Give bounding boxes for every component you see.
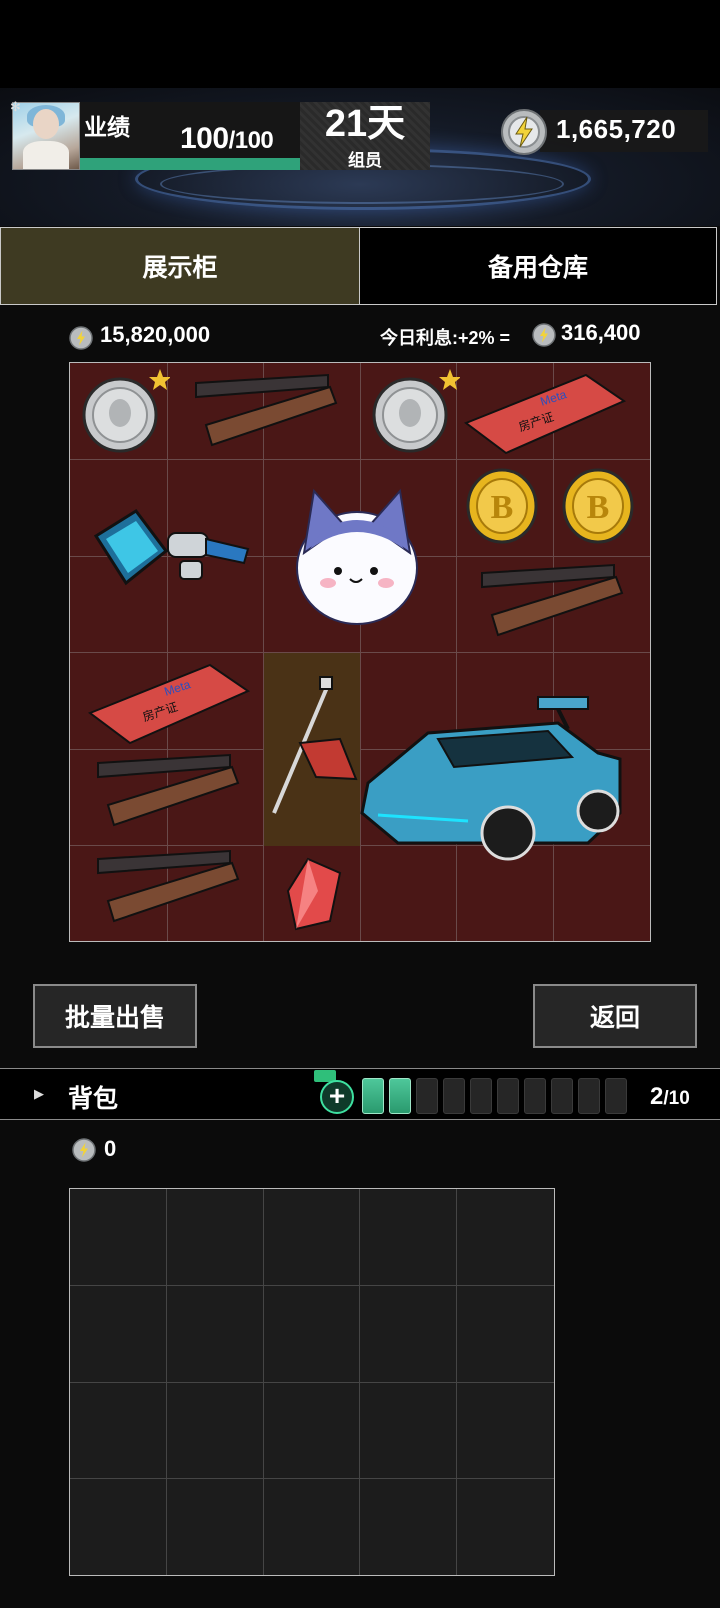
battery-slot-empty-icon bbox=[416, 1078, 438, 1114]
slots-used: 2 bbox=[650, 1083, 664, 1110]
red-tool-hammer-item[interactable] bbox=[264, 653, 360, 846]
battery-slot-full-icon bbox=[389, 1078, 411, 1114]
bitcoin-coin-item[interactable]: B bbox=[560, 465, 638, 547]
money-value: 1,665,720 bbox=[556, 114, 677, 144]
svg-text:B: B bbox=[491, 489, 514, 526]
battery-slot-empty-icon bbox=[497, 1078, 519, 1114]
lightning-coin-icon bbox=[72, 1138, 96, 1162]
wooden-chopsticks-box-item[interactable] bbox=[90, 849, 240, 929]
lightning-coin-icon bbox=[501, 109, 547, 155]
meta-property-card-item[interactable]: Meta 房产证 bbox=[462, 373, 627, 457]
gear-icon[interactable]: ✻ bbox=[10, 100, 24, 114]
batch-sell-button[interactable]: 批量出售 bbox=[33, 984, 197, 1048]
performance-progress-bar bbox=[80, 158, 308, 170]
interest-label: 今日利息:+2% = bbox=[380, 328, 511, 348]
wooden-chopsticks-box-item[interactable] bbox=[188, 373, 338, 453]
battery-slot-empty-icon bbox=[578, 1078, 600, 1114]
backpack-slot-count: 2/10 bbox=[650, 1083, 690, 1111]
interest-value: 316,400 bbox=[561, 320, 641, 345]
battery-slot-empty-icon bbox=[551, 1078, 573, 1114]
battery-slot-empty-icon bbox=[524, 1078, 546, 1114]
battery-slot-full-icon bbox=[362, 1078, 384, 1114]
days-counter: 21天 bbox=[324, 103, 406, 145]
meta-property-card-item[interactable]: Meta 房产证 bbox=[86, 663, 251, 747]
expand-arrow-icon[interactable]: ▶ bbox=[34, 1086, 44, 1102]
performance-current: 100 bbox=[180, 122, 229, 155]
wooden-chopsticks-box-item[interactable] bbox=[474, 563, 624, 643]
performance-label: 业绩 bbox=[84, 114, 130, 140]
add-slot-button[interactable]: + bbox=[320, 1080, 354, 1114]
grid-line bbox=[70, 652, 650, 653]
silver-coin-item[interactable] bbox=[80, 367, 170, 457]
back-button[interactable]: 返回 bbox=[533, 984, 697, 1048]
status-area bbox=[0, 0, 720, 88]
performance-value: 100/100 bbox=[180, 122, 300, 156]
showcase-total-value: 15,820,000 bbox=[100, 322, 211, 347]
backpack-grid[interactable] bbox=[69, 1188, 555, 1576]
cat-plush-item[interactable] bbox=[282, 463, 432, 643]
grid-line bbox=[70, 459, 650, 460]
blue-sports-car-item[interactable] bbox=[358, 693, 643, 883]
lightning-coin-icon bbox=[69, 326, 93, 350]
bitcoin-coin-item[interactable]: B bbox=[464, 465, 542, 547]
battery-slot-empty-icon bbox=[470, 1078, 492, 1114]
tab-warehouse[interactable]: 备用仓库 bbox=[359, 227, 717, 305]
backpack-money-value: 0 bbox=[104, 1136, 117, 1161]
tab-showcase[interactable]: 展示柜 bbox=[0, 227, 360, 305]
svg-text:B: B bbox=[587, 489, 610, 526]
backpack-title: 背包 bbox=[68, 1085, 119, 1113]
avatar-head bbox=[33, 109, 59, 139]
avatar-body bbox=[23, 141, 69, 169]
robot-drone-item[interactable] bbox=[76, 491, 256, 601]
showcase-grid[interactable]: Meta 房产证 B B Meta 房产证 bbox=[69, 362, 651, 942]
silver-coin-item[interactable] bbox=[370, 367, 460, 457]
performance-max: /100 bbox=[228, 127, 274, 154]
lightning-coin-icon bbox=[532, 323, 556, 347]
wooden-chopsticks-box-item[interactable] bbox=[90, 753, 240, 833]
battery-slot-empty-icon bbox=[605, 1078, 627, 1114]
red-crystal-gem-item[interactable] bbox=[278, 855, 348, 935]
grid-line bbox=[70, 1478, 554, 1479]
grid-line bbox=[70, 1285, 554, 1286]
role-label: 组员 bbox=[348, 151, 382, 170]
red-tool-shape bbox=[272, 676, 358, 814]
grid-line bbox=[70, 1382, 554, 1383]
battery-slot-empty-icon bbox=[443, 1078, 465, 1114]
slots-total: /10 bbox=[663, 1088, 690, 1109]
